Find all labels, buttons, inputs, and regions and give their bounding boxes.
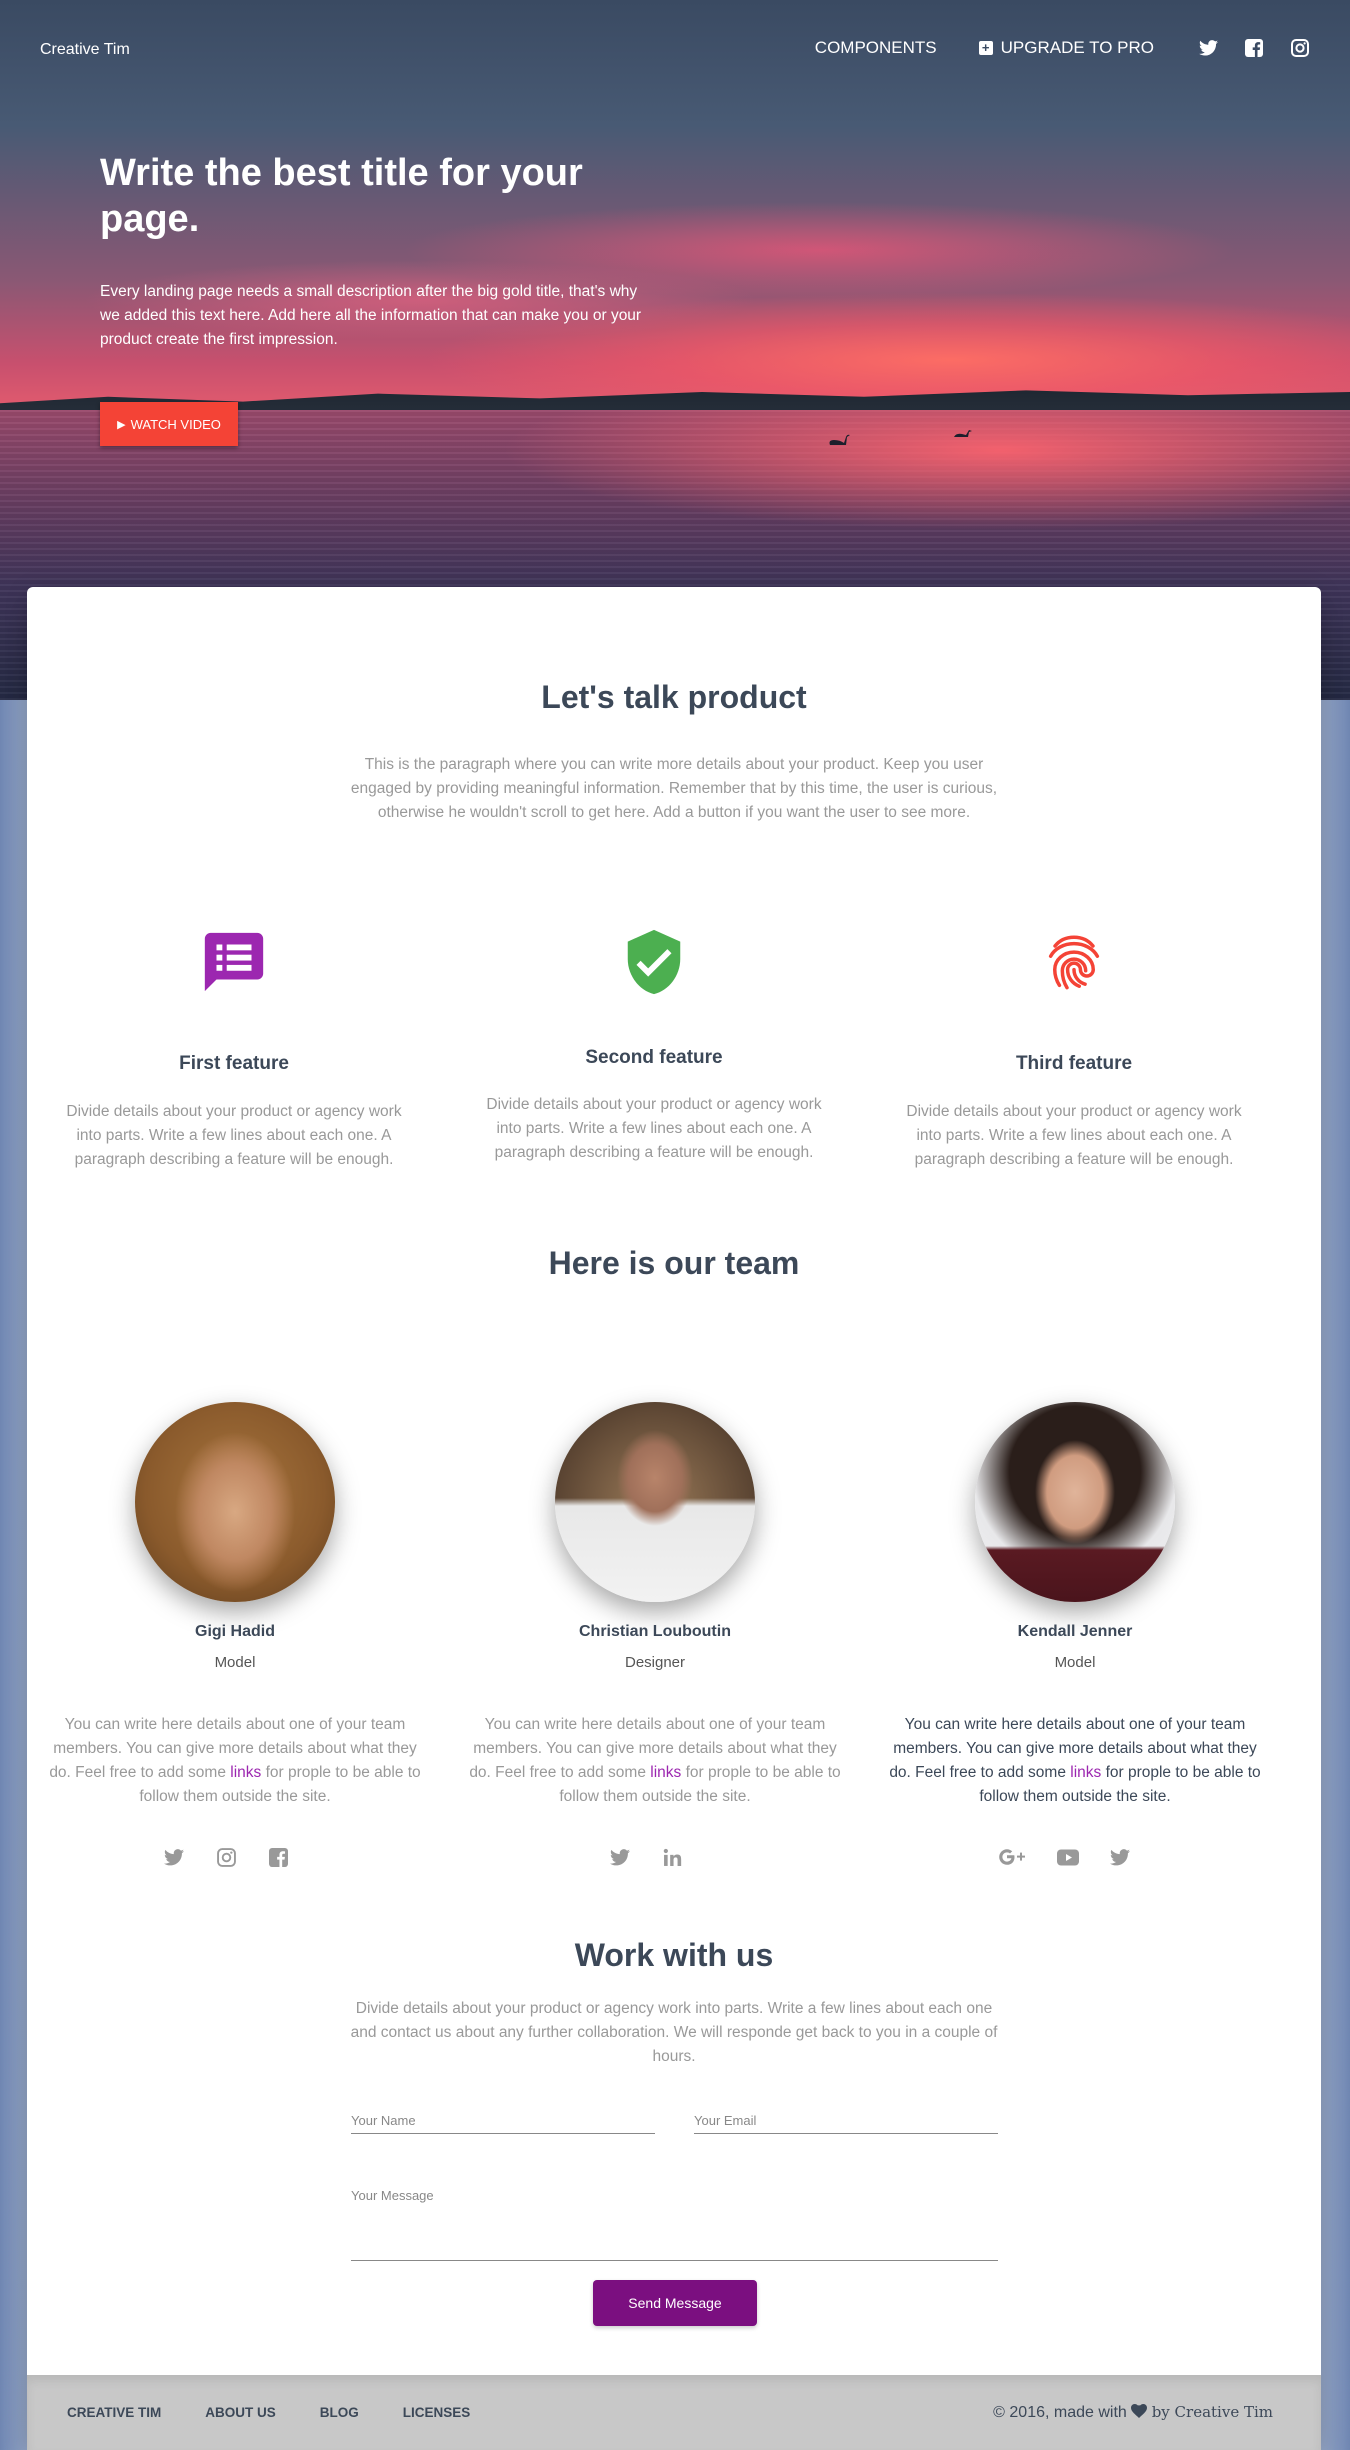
twitter-icon[interactable] [1108, 1845, 1132, 1869]
main-content-card: Let's talk product This is the paragraph… [27, 587, 1321, 2450]
feature-second: Second feature Divide details about your… [474, 927, 834, 1165]
product-description-wrap: This is the paragraph where you can writ… [334, 753, 1014, 825]
feature-title: First feature [179, 1053, 289, 1074]
upgrade-label: UPGRADE TO PRO [1000, 38, 1154, 57]
copyright-suffix: by Creative Tim [1151, 2403, 1273, 2421]
avatar [135, 1402, 335, 1602]
instagram-icon[interactable] [214, 1845, 238, 1869]
feature-text: Divide details about your product or age… [486, 1096, 822, 1161]
linkedin-icon[interactable] [660, 1845, 684, 1869]
brand-logo[interactable]: Creative Tim [40, 41, 130, 59]
feature-title: Second feature [585, 1047, 723, 1068]
upgrade-to-pro-link[interactable]: + UPGRADE TO PRO [978, 38, 1154, 58]
swan-icon [829, 434, 850, 445]
twitter-icon[interactable] [1198, 38, 1218, 58]
verified-shield-icon [627, 929, 681, 995]
contact-description-wrap: Divide details about your product or age… [344, 1997, 1004, 2069]
member-socials [148, 1845, 304, 1869]
footer-link-blog[interactable]: BLOG [320, 2405, 359, 2420]
message-field-label: Your Message [351, 2188, 434, 2203]
watch-video-button[interactable]: ▶ WATCH VIDEO [100, 402, 238, 446]
feature-text: Divide details about your product or age… [906, 1103, 1242, 1168]
member-role: Model [214, 1654, 256, 1671]
contact-section: Work with us [27, 1937, 1321, 1974]
feature-first: First feature Divide details about your … [54, 927, 414, 1172]
product-description: This is the paragraph where you can writ… [350, 756, 998, 821]
watch-video-label: WATCH VIDEO [130, 416, 221, 432]
components-label: COMPONENTS [814, 38, 937, 57]
avatar [555, 1402, 755, 1602]
copyright: © 2016, made with by Creative Tim [993, 2403, 1273, 2422]
member-name: Gigi Hadid [195, 1623, 275, 1640]
member-name: Kendall Jenner [1017, 1623, 1133, 1640]
email-field[interactable]: Your Email [694, 2113, 998, 2134]
member-link[interactable]: links [230, 1764, 261, 1781]
footer-link-licenses[interactable]: LICENSES [403, 2405, 471, 2420]
team-title: Here is our team [548, 1245, 800, 1281]
name-field-label: Your Name [351, 2113, 416, 2128]
fingerprint-icon [1048, 935, 1100, 990]
feature-text: Divide details about your product or age… [66, 1103, 402, 1168]
instagram-icon[interactable] [1290, 38, 1310, 58]
member-role: Designer [624, 1654, 686, 1671]
top-nav: COMPONENTS + UPGRADE TO PRO [815, 38, 1310, 58]
copyright-prefix: © 2016, made with [993, 2404, 1127, 2421]
contact-description: Divide details about your product or age… [350, 2000, 998, 2065]
feature-title: Third feature [1015, 1053, 1133, 1074]
plus-box-icon: + [978, 41, 993, 55]
chat-list-icon [204, 932, 264, 992]
footer-links: CREATIVE TIM ABOUT US BLOG LICENSES [67, 2405, 514, 2420]
member-description: You can write here details about one of … [465, 1713, 845, 1809]
hero-title: Write the best title for your page. [100, 152, 583, 240]
member-description: You can write here details about one of … [45, 1713, 425, 1809]
twitter-icon[interactable] [608, 1845, 632, 1869]
name-field[interactable]: Your Name [351, 2113, 655, 2134]
member-socials [594, 1845, 698, 1869]
product-section: Let's talk product [27, 679, 1321, 716]
email-field-label: Your Email [694, 2113, 757, 2128]
member-link[interactable]: links [650, 1764, 681, 1781]
hero-description: Every landing page needs a small descrip… [100, 283, 642, 348]
member-socials [984, 1845, 1146, 1869]
google-plus-icon[interactable] [998, 1845, 1028, 1869]
send-message-label: Send Message [628, 2295, 722, 2311]
heart-icon [1131, 2404, 1148, 2418]
swan-icon [954, 430, 972, 437]
contact-title: Work with us [574, 1937, 774, 1973]
product-title: Let's talk product [541, 679, 807, 715]
twitter-icon[interactable] [162, 1845, 186, 1869]
components-link[interactable]: COMPONENTS [815, 38, 937, 58]
send-message-button[interactable]: Send Message [593, 2280, 757, 2326]
member-role: Model [1054, 1654, 1096, 1671]
play-icon: ▶ [117, 418, 126, 431]
member-link[interactable]: links [1070, 1764, 1101, 1781]
member-description: You can write here details about one of … [885, 1713, 1265, 1809]
facebook-icon[interactable] [1244, 38, 1264, 58]
member-name: Christian Louboutin [579, 1623, 731, 1640]
feature-third: Third feature Divide details about your … [894, 927, 1254, 1172]
footer: CREATIVE TIM ABOUT US BLOG LICENSES © 20… [27, 2375, 1321, 2450]
footer-link-about-us[interactable]: ABOUT US [205, 2405, 276, 2420]
team-section: Here is our team [27, 1245, 1321, 1282]
message-field[interactable]: Your Message [351, 2188, 998, 2261]
avatar [975, 1402, 1175, 1602]
facebook-icon[interactable] [266, 1845, 290, 1869]
footer-link-creative-tim[interactable]: CREATIVE TIM [67, 2405, 161, 2420]
youtube-icon[interactable] [1056, 1845, 1080, 1869]
